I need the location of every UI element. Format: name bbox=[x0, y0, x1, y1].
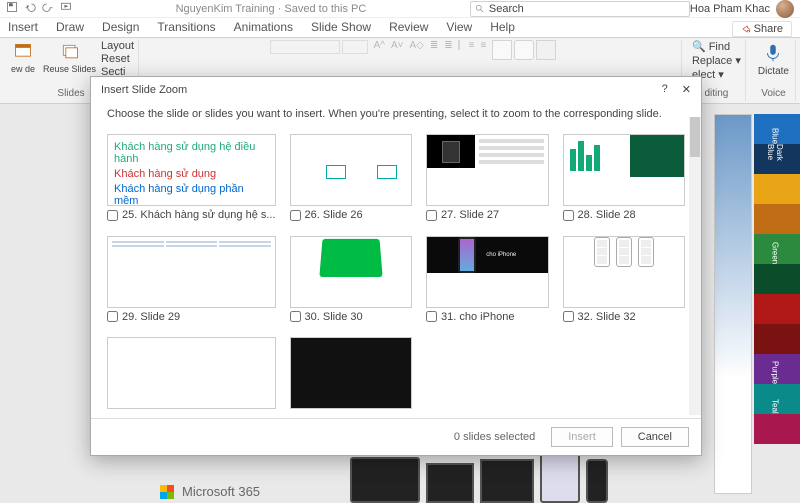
tab-insert[interactable]: Insert bbox=[8, 17, 38, 37]
swatch[interactable] bbox=[754, 414, 800, 444]
layout-button[interactable]: Layout bbox=[101, 40, 134, 52]
indent[interactable]: ⎸≡ bbox=[459, 40, 475, 51]
align[interactable]: ≡ bbox=[481, 40, 487, 51]
swatch[interactable] bbox=[754, 324, 800, 354]
font-grow[interactable]: A^ bbox=[374, 40, 385, 51]
slide-card[interactable]: Khách hàng sử dụng hệ điều hànhKhách hàn… bbox=[107, 134, 276, 226]
color-swatches: BlueDark Blue Green PurpleTeal bbox=[754, 114, 800, 444]
group-label-voice: Voice bbox=[761, 88, 785, 101]
dialog-description: Choose the slide or slides you want to i… bbox=[91, 102, 701, 130]
close-button[interactable]: ✕ bbox=[682, 83, 691, 96]
tab-help[interactable]: Help bbox=[490, 17, 515, 37]
microsoft-logo-icon bbox=[160, 485, 174, 499]
dialog-footer: 0 slides selected Insert Cancel bbox=[91, 418, 701, 455]
insert-button[interactable]: Insert bbox=[551, 427, 613, 447]
group-label-slides: Slides bbox=[57, 88, 84, 101]
swatch[interactable]: Dark Blue bbox=[754, 144, 800, 174]
swatch[interactable] bbox=[754, 204, 800, 234]
clear-format[interactable]: A◇ bbox=[410, 40, 424, 51]
slide-card[interactable]: 32. Slide 32 bbox=[563, 236, 685, 328]
font-box[interactable] bbox=[270, 40, 368, 54]
slide-checkbox[interactable] bbox=[563, 311, 574, 322]
dialog-titlebar: Insert Slide Zoom ? ✕ bbox=[91, 77, 701, 102]
swatch[interactable] bbox=[754, 264, 800, 294]
search-placeholder: Search bbox=[489, 3, 524, 15]
bullets[interactable]: ≣ bbox=[430, 40, 438, 51]
dialog-title: Insert Slide Zoom bbox=[101, 84, 187, 96]
slide-card[interactable]: 26. Slide 26 bbox=[290, 134, 412, 226]
slide-checkbox[interactable] bbox=[107, 210, 118, 221]
save-icon[interactable] bbox=[6, 1, 18, 16]
slide-checkbox[interactable] bbox=[290, 311, 301, 322]
slide-checkbox[interactable] bbox=[426, 210, 437, 221]
group-label-editing: diting bbox=[704, 88, 728, 101]
share-icon bbox=[741, 24, 751, 34]
search-icon bbox=[475, 4, 485, 14]
swatch[interactable]: Teal bbox=[754, 384, 800, 414]
reset-button[interactable]: Reset bbox=[101, 53, 134, 65]
font-shrink[interactable]: A˅ bbox=[391, 40, 404, 51]
tab-review[interactable]: Review bbox=[389, 17, 428, 37]
tab-view[interactable]: View bbox=[446, 17, 472, 37]
share-button[interactable]: Share bbox=[732, 21, 792, 37]
dictate-button[interactable]: Dictate bbox=[756, 40, 791, 79]
user-area[interactable]: Hoa Pham Khac bbox=[690, 0, 794, 18]
help-button[interactable]: ? bbox=[662, 83, 668, 96]
scrollbar-thumb[interactable] bbox=[690, 117, 700, 157]
m365-branding: Microsoft 365 bbox=[160, 484, 260, 499]
slide-card[interactable]: 29. Slide 29 bbox=[107, 236, 276, 328]
slide-checkbox[interactable] bbox=[107, 311, 118, 322]
slide-card[interactable]: 27. Slide 27 bbox=[426, 134, 548, 226]
swatch[interactable]: Purple bbox=[754, 354, 800, 384]
tab-transitions[interactable]: Transitions bbox=[157, 17, 215, 37]
slide-card[interactable] bbox=[290, 337, 412, 414]
shapes-gallery[interactable] bbox=[492, 40, 556, 60]
dialog-scrollbar[interactable] bbox=[689, 117, 701, 415]
slideshow-icon[interactable] bbox=[60, 1, 72, 16]
ribbon-tabs: Insert Draw Design Transitions Animation… bbox=[0, 18, 800, 38]
selected-count: 0 slides selected bbox=[454, 431, 535, 443]
swatch[interactable] bbox=[754, 174, 800, 204]
reuse-slides-button[interactable]: Reuse Slides bbox=[41, 40, 98, 76]
tab-slideshow[interactable]: Slide Show bbox=[311, 17, 371, 37]
search-box[interactable]: Search bbox=[470, 1, 690, 17]
title-bar: NguyenKim Training · Saved to this PC Se… bbox=[0, 0, 800, 18]
swatch[interactable]: Blue bbox=[754, 114, 800, 144]
slide-checkbox[interactable] bbox=[563, 210, 574, 221]
swatch[interactable] bbox=[754, 294, 800, 324]
find-button[interactable]: 🔍 Find bbox=[692, 40, 741, 53]
tab-design[interactable]: Design bbox=[102, 17, 139, 37]
design-preview bbox=[714, 114, 752, 494]
slide-checkbox[interactable] bbox=[290, 210, 301, 221]
avatar[interactable] bbox=[776, 0, 794, 18]
slide-options: Layout Reset Secti bbox=[101, 40, 134, 78]
swatch[interactable]: Green bbox=[754, 234, 800, 264]
slide-card[interactable]: 28. Slide 28 bbox=[563, 134, 685, 226]
slide-checkbox[interactable] bbox=[426, 311, 437, 322]
redo-icon[interactable] bbox=[42, 1, 54, 16]
new-slide-button[interactable]: ew de bbox=[8, 40, 38, 76]
quick-access-toolbar bbox=[6, 1, 72, 16]
user-name: Hoa Pham Khac bbox=[690, 3, 770, 15]
undo-icon[interactable] bbox=[24, 1, 36, 16]
numbering[interactable]: ≣ bbox=[444, 40, 452, 51]
slide-card[interactable]: 30. Slide 30 bbox=[290, 236, 412, 328]
slide-card[interactable]: cho iPhone31. cho iPhone bbox=[426, 236, 548, 328]
cancel-button[interactable]: Cancel bbox=[621, 427, 689, 447]
insert-slide-zoom-dialog: Insert Slide Zoom ? ✕ Choose the slide o… bbox=[90, 76, 702, 456]
group-voice: Dictate Voice bbox=[752, 40, 796, 101]
slide-card[interactable] bbox=[107, 337, 276, 414]
slide-grid: Khách hàng sử dụng hệ điều hànhKhách hàn… bbox=[91, 130, 701, 418]
mic-icon bbox=[762, 42, 784, 64]
tab-draw[interactable]: Draw bbox=[56, 17, 84, 37]
tab-animations[interactable]: Animations bbox=[234, 17, 293, 37]
replace-button[interactable]: Replace ▾ bbox=[692, 54, 741, 67]
file-name: NguyenKim Training · Saved to this PC bbox=[72, 3, 470, 15]
